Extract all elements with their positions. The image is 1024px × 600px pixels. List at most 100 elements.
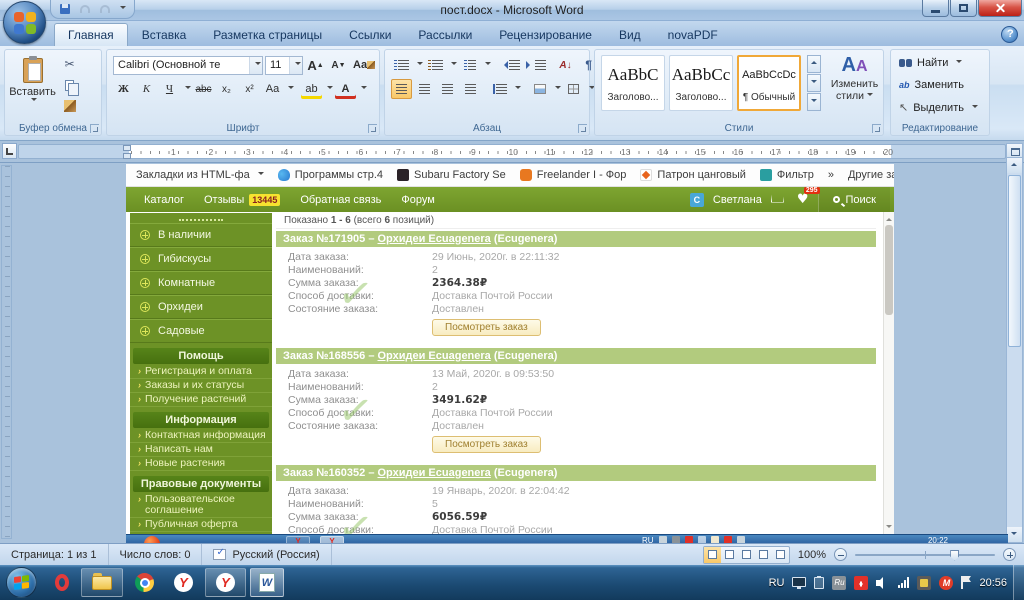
ruler-toggle-button[interactable] [1007, 144, 1022, 158]
bookmark-item[interactable]: Фильтр [760, 169, 814, 181]
page-indicator[interactable]: Страница: 1 из 1 [0, 544, 109, 565]
shading-button[interactable] [529, 79, 550, 99]
tab-Разметка страницы[interactable]: Разметка страницы [200, 24, 335, 46]
taskbar-word-button[interactable] [250, 568, 284, 597]
help-button[interactable] [1001, 26, 1018, 43]
vertical-ruler[interactable] [1, 165, 12, 539]
sidebar-item-Комнатные[interactable]: Комнатные [130, 271, 272, 295]
grow-font-button[interactable]: А▲ [305, 55, 326, 75]
sidebar-link[interactable]: Контактная информация [130, 429, 272, 443]
tray-clock[interactable]: 20:56 [979, 577, 1007, 589]
tab-selector[interactable] [2, 143, 17, 159]
increase-indent-button[interactable] [524, 55, 548, 75]
tab-Рассылки[interactable]: Рассылки [405, 24, 485, 46]
superscript-button[interactable]: x² [239, 79, 260, 99]
sidebar-item-В наличии[interactable]: В наличии [130, 223, 272, 247]
language-segment[interactable]: Русский (Россия) [202, 544, 331, 565]
order-link[interactable]: Орхидеи Ecuagenera [378, 233, 491, 245]
sidebar-link[interactable]: Регистрация и оплата [130, 365, 272, 379]
show-desktop-button[interactable] [1013, 565, 1024, 600]
style-card[interactable]: AaBbCcЗаголово... [669, 55, 733, 111]
view-draft-button[interactable] [772, 547, 789, 563]
clear-formatting-button[interactable]: Aa [351, 55, 377, 75]
cut-button[interactable] [59, 54, 80, 74]
sidebar-link[interactable]: Заказы и их статусы [130, 379, 272, 393]
tab-Главная[interactable]: Главная [54, 23, 128, 46]
cart-icon[interactable] [771, 194, 784, 203]
close-button[interactable] [978, 0, 1022, 17]
sidebar-item-Орхидеи[interactable]: Орхидеи [130, 295, 272, 319]
subscript-button[interactable]: x₂ [216, 79, 237, 99]
view-web-layout-button[interactable] [738, 547, 755, 563]
decrease-indent-button[interactable] [498, 55, 522, 75]
underline-button[interactable]: Ч [159, 79, 180, 99]
nav-item-Каталог[interactable]: Каталог [144, 194, 184, 206]
bookmark-item[interactable]: Закладки из HTML-фа [136, 169, 264, 181]
nav-item-Обратная связь[interactable]: Обратная связь [300, 194, 381, 206]
bookmark-item[interactable]: Другие закладки [848, 169, 894, 181]
bookmark-item[interactable]: Программы стр.4 [278, 169, 383, 181]
nav-item-Форум[interactable]: Форум [401, 194, 434, 206]
line-spacing-button[interactable] [489, 79, 510, 99]
maximize-button[interactable] [950, 0, 977, 17]
scroll-down-icon[interactable] [886, 525, 892, 531]
sidebar-item-Садовые[interactable]: Садовые [130, 319, 272, 343]
action-center-flag-icon[interactable] [961, 576, 971, 589]
view-order-button[interactable]: Посмотреть заказ [432, 319, 541, 336]
user-name[interactable]: Светлана [713, 194, 762, 206]
punto-icon[interactable]: Ru [832, 576, 846, 590]
notes-icon[interactable] [917, 576, 931, 590]
office-button[interactable] [3, 1, 46, 44]
view-outline-button[interactable] [755, 547, 772, 563]
order-link[interactable]: Орхидеи Ecuagenera [378, 350, 491, 362]
view-order-button[interactable]: Посмотреть заказ [432, 436, 541, 453]
yandex-disk-icon[interactable] [854, 576, 868, 590]
indent-marker[interactable] [123, 153, 131, 159]
tab-Ссылки[interactable]: Ссылки [336, 24, 404, 46]
browser-scrollbar[interactable] [883, 212, 894, 534]
word-scrollbar[interactable] [1006, 143, 1023, 543]
dialog-launcher-icon[interactable] [578, 124, 587, 133]
network-icon[interactable] [898, 577, 909, 588]
dialog-launcher-icon[interactable] [368, 124, 377, 133]
volume-icon[interactable] [876, 577, 890, 589]
horizontal-ruler[interactable]: 1234567891011121314151617181920 [18, 144, 1006, 159]
tab-novaPDF[interactable]: novaPDF [655, 24, 731, 46]
scroll-up-button[interactable] [1007, 158, 1022, 173]
align-left-button[interactable] [391, 79, 412, 99]
bold-button[interactable]: Ж [113, 79, 134, 99]
sidebar-item-Гибискусы[interactable]: Гибискусы [130, 247, 272, 271]
style-card[interactable]: AaBbCЗаголово... [601, 55, 665, 111]
sidebar-link[interactable]: Написать нам [130, 443, 272, 457]
mailru-icon[interactable] [939, 576, 953, 590]
font-name-select[interactable]: Calibri (Основной те [113, 56, 263, 75]
font-size-select[interactable]: 11 [265, 56, 303, 75]
align-center-button[interactable] [414, 79, 435, 99]
sidebar-link[interactable]: Публичная оферта [130, 518, 272, 532]
view-print-layout-button[interactable] [704, 547, 721, 563]
styles-more-button[interactable] [807, 93, 821, 111]
taskbar-yandex-button[interactable] [166, 568, 201, 597]
zoom-thumb[interactable] [950, 550, 959, 561]
zoom-in-button[interactable] [1003, 548, 1016, 561]
favorites-icon[interactable]: ♥ [797, 192, 809, 207]
sort-button[interactable] [555, 55, 576, 75]
align-right-button[interactable] [437, 79, 458, 99]
browser-scroll-thumb[interactable] [885, 225, 893, 315]
styles-scroll-down-button[interactable] [807, 74, 821, 92]
bookmark-item[interactable]: Патрон цанговый [640, 169, 745, 181]
sidebar-link[interactable]: Пользовательское соглашение [130, 493, 272, 518]
change-styles-button[interactable]: AA Изменить стили [827, 54, 882, 102]
zoom-slider[interactable] [855, 554, 995, 556]
bookmark-item[interactable]: Subaru Factory Se [397, 169, 506, 181]
sidebar-link[interactable]: Новые растения [130, 457, 272, 471]
nav-item-Отзывы[interactable]: Отзывы13445 [204, 194, 280, 206]
styles-scroll-up-button[interactable] [807, 55, 821, 73]
justify-button[interactable] [460, 79, 481, 99]
italic-button[interactable]: К [136, 79, 157, 99]
paste-button[interactable]: Вставить [10, 53, 55, 121]
word-count[interactable]: Число слов: 0 [109, 544, 203, 565]
zoom-out-button[interactable] [834, 548, 847, 561]
dialog-launcher-icon[interactable] [872, 124, 881, 133]
taskbar-chrome-button[interactable] [127, 568, 162, 597]
